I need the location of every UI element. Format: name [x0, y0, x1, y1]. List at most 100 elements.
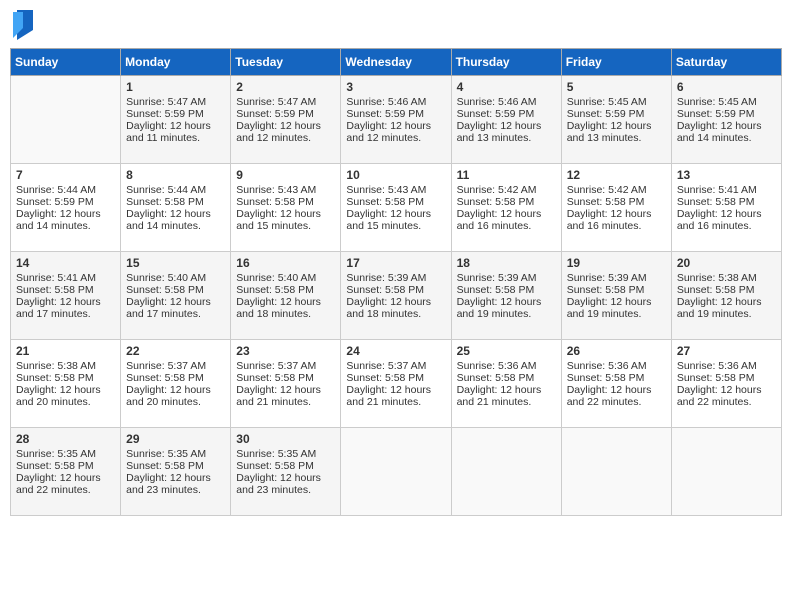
day-info: Daylight: 12 hours: [236, 120, 335, 132]
page-header: [10, 10, 782, 40]
day-info: and 13 minutes.: [567, 132, 666, 144]
calendar-cell: 16Sunrise: 5:40 AMSunset: 5:58 PMDayligh…: [231, 252, 341, 340]
day-info: Daylight: 12 hours: [457, 120, 556, 132]
day-number: 29: [126, 432, 225, 446]
day-info: Sunset: 5:58 PM: [567, 284, 666, 296]
calendar-cell: 22Sunrise: 5:37 AMSunset: 5:58 PMDayligh…: [121, 340, 231, 428]
day-info: Daylight: 12 hours: [457, 384, 556, 396]
day-header-tuesday: Tuesday: [231, 49, 341, 76]
day-number: 25: [457, 344, 556, 358]
calendar-cell: 27Sunrise: 5:36 AMSunset: 5:58 PMDayligh…: [671, 340, 781, 428]
calendar-cell: [11, 76, 121, 164]
day-info: and 21 minutes.: [457, 396, 556, 408]
calendar-cell: 25Sunrise: 5:36 AMSunset: 5:58 PMDayligh…: [451, 340, 561, 428]
day-info: Sunset: 5:59 PM: [16, 196, 115, 208]
day-info: Sunrise: 5:38 AM: [16, 360, 115, 372]
day-info: and 13 minutes.: [457, 132, 556, 144]
day-info: Sunrise: 5:47 AM: [126, 96, 225, 108]
day-info: Sunset: 5:58 PM: [236, 284, 335, 296]
calendar-cell: 7Sunrise: 5:44 AMSunset: 5:59 PMDaylight…: [11, 164, 121, 252]
day-info: Sunset: 5:58 PM: [457, 372, 556, 384]
day-info: Daylight: 12 hours: [16, 472, 115, 484]
day-info: Sunset: 5:58 PM: [457, 284, 556, 296]
calendar-cell: [451, 428, 561, 516]
day-info: Sunrise: 5:40 AM: [126, 272, 225, 284]
day-info: Daylight: 12 hours: [677, 384, 776, 396]
day-info: and 21 minutes.: [346, 396, 445, 408]
day-info: Sunset: 5:58 PM: [126, 372, 225, 384]
day-header-monday: Monday: [121, 49, 231, 76]
day-number: 15: [126, 256, 225, 270]
day-info: Sunrise: 5:39 AM: [567, 272, 666, 284]
day-info: Daylight: 12 hours: [126, 384, 225, 396]
day-number: 30: [236, 432, 335, 446]
calendar-cell: 6Sunrise: 5:45 AMSunset: 5:59 PMDaylight…: [671, 76, 781, 164]
day-header-row: SundayMondayTuesdayWednesdayThursdayFrid…: [11, 49, 782, 76]
calendar-cell: 17Sunrise: 5:39 AMSunset: 5:58 PMDayligh…: [341, 252, 451, 340]
day-info: and 22 minutes.: [677, 396, 776, 408]
day-info: Sunset: 5:58 PM: [126, 460, 225, 472]
day-number: 16: [236, 256, 335, 270]
day-info: Daylight: 12 hours: [567, 120, 666, 132]
day-info: and 14 minutes.: [126, 220, 225, 232]
day-info: Sunrise: 5:35 AM: [126, 448, 225, 460]
day-info: Sunset: 5:58 PM: [126, 284, 225, 296]
day-info: Sunrise: 5:44 AM: [126, 184, 225, 196]
day-number: 5: [567, 80, 666, 94]
day-info: and 19 minutes.: [457, 308, 556, 320]
day-info: Daylight: 12 hours: [346, 296, 445, 308]
week-row-3: 14Sunrise: 5:41 AMSunset: 5:58 PMDayligh…: [11, 252, 782, 340]
day-info: Sunrise: 5:46 AM: [457, 96, 556, 108]
day-number: 20: [677, 256, 776, 270]
day-info: Sunrise: 5:38 AM: [677, 272, 776, 284]
day-header-thursday: Thursday: [451, 49, 561, 76]
day-info: Daylight: 12 hours: [346, 120, 445, 132]
day-info: and 12 minutes.: [236, 132, 335, 144]
day-info: Sunrise: 5:37 AM: [126, 360, 225, 372]
calendar-cell: 30Sunrise: 5:35 AMSunset: 5:58 PMDayligh…: [231, 428, 341, 516]
week-row-4: 21Sunrise: 5:38 AMSunset: 5:58 PMDayligh…: [11, 340, 782, 428]
calendar-cell: 1Sunrise: 5:47 AMSunset: 5:59 PMDaylight…: [121, 76, 231, 164]
week-row-1: 1Sunrise: 5:47 AMSunset: 5:59 PMDaylight…: [11, 76, 782, 164]
day-info: Daylight: 12 hours: [457, 296, 556, 308]
calendar-cell: 12Sunrise: 5:42 AMSunset: 5:58 PMDayligh…: [561, 164, 671, 252]
calendar-cell: 11Sunrise: 5:42 AMSunset: 5:58 PMDayligh…: [451, 164, 561, 252]
calendar-cell: 18Sunrise: 5:39 AMSunset: 5:58 PMDayligh…: [451, 252, 561, 340]
day-info: and 14 minutes.: [16, 220, 115, 232]
calendar-cell: 13Sunrise: 5:41 AMSunset: 5:58 PMDayligh…: [671, 164, 781, 252]
day-info: Daylight: 12 hours: [346, 384, 445, 396]
day-info: and 20 minutes.: [16, 396, 115, 408]
day-info: Daylight: 12 hours: [16, 384, 115, 396]
day-info: and 16 minutes.: [567, 220, 666, 232]
calendar-cell: 21Sunrise: 5:38 AMSunset: 5:58 PMDayligh…: [11, 340, 121, 428]
day-info: and 22 minutes.: [16, 484, 115, 496]
day-info: Sunset: 5:59 PM: [567, 108, 666, 120]
day-number: 19: [567, 256, 666, 270]
day-number: 7: [16, 168, 115, 182]
day-header-saturday: Saturday: [671, 49, 781, 76]
day-info: Sunset: 5:58 PM: [677, 196, 776, 208]
day-number: 12: [567, 168, 666, 182]
day-number: 6: [677, 80, 776, 94]
day-info: Daylight: 12 hours: [126, 472, 225, 484]
calendar-cell: 3Sunrise: 5:46 AMSunset: 5:59 PMDaylight…: [341, 76, 451, 164]
day-info: Sunset: 5:58 PM: [16, 284, 115, 296]
day-info: and 15 minutes.: [346, 220, 445, 232]
calendar-cell: 8Sunrise: 5:44 AMSunset: 5:58 PMDaylight…: [121, 164, 231, 252]
week-row-5: 28Sunrise: 5:35 AMSunset: 5:58 PMDayligh…: [11, 428, 782, 516]
day-info: and 11 minutes.: [126, 132, 225, 144]
day-info: Sunrise: 5:41 AM: [677, 184, 776, 196]
day-info: Sunrise: 5:46 AM: [346, 96, 445, 108]
day-info: Sunrise: 5:39 AM: [457, 272, 556, 284]
logo-icon: [13, 10, 33, 40]
day-info: Sunset: 5:58 PM: [567, 196, 666, 208]
day-info: and 14 minutes.: [677, 132, 776, 144]
calendar-cell: 4Sunrise: 5:46 AMSunset: 5:59 PMDaylight…: [451, 76, 561, 164]
day-info: Daylight: 12 hours: [236, 208, 335, 220]
day-info: Sunset: 5:59 PM: [677, 108, 776, 120]
calendar-cell: 5Sunrise: 5:45 AMSunset: 5:59 PMDaylight…: [561, 76, 671, 164]
day-info: Sunrise: 5:47 AM: [236, 96, 335, 108]
day-info: and 18 minutes.: [346, 308, 445, 320]
calendar-cell: 23Sunrise: 5:37 AMSunset: 5:58 PMDayligh…: [231, 340, 341, 428]
calendar-table: SundayMondayTuesdayWednesdayThursdayFrid…: [10, 48, 782, 516]
